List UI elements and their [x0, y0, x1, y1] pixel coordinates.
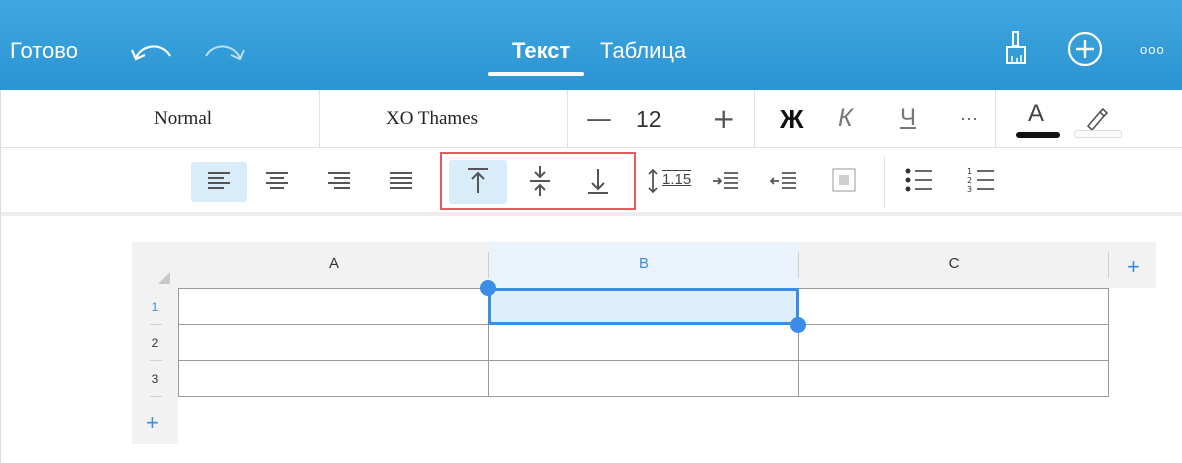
line-spacing-value[interactable]: 1.15 [662, 171, 691, 188]
selection-handle-bottom-right[interactable] [790, 317, 806, 333]
font-size-increase-button[interactable]: + [712, 102, 735, 135]
table-cell-a1[interactable] [178, 288, 489, 325]
done-button[interactable]: Готово [10, 38, 78, 64]
tab-table[interactable]: Таблица [600, 38, 686, 64]
window-edge [0, 90, 1, 463]
table-cell-c2[interactable] [798, 324, 1109, 361]
italic-button[interactable]: К [838, 104, 853, 133]
table-cell-a2[interactable] [178, 324, 489, 361]
row-divider[interactable] [150, 324, 162, 325]
paragraph-toolbar: 1.15 1 2 3 [0, 148, 1182, 216]
toolbar-shadow [0, 212, 1182, 216]
selected-cell-b1[interactable] [488, 288, 799, 325]
top-bar: Готово Текст Таблица ooo [0, 0, 1182, 90]
row-header-1[interactable]: 1 [148, 300, 162, 314]
font-size-value[interactable]: 12 [636, 106, 662, 133]
font-selector[interactable]: XO Thames [386, 108, 478, 130]
bullet-list-icon[interactable] [904, 166, 934, 199]
add-column-button[interactable]: + [1127, 254, 1140, 280]
add-row-button[interactable]: + [146, 410, 159, 436]
select-all-corner[interactable] [132, 242, 178, 288]
table-cell-b3[interactable] [488, 360, 799, 397]
align-right-icon[interactable] [326, 170, 352, 197]
svg-text:3: 3 [967, 185, 972, 194]
row-header-2[interactable]: 2 [148, 336, 162, 350]
app-window: Готово Текст Таблица ooo Normal XO Thame… [0, 0, 1182, 463]
indent-increase-icon[interactable] [712, 170, 740, 197]
table-cell-a3[interactable] [178, 360, 489, 397]
underline-button[interactable]: Ч [900, 104, 916, 132]
valign-top-icon[interactable] [465, 166, 491, 201]
fill-icon[interactable] [830, 166, 858, 199]
row-divider[interactable] [150, 360, 162, 361]
align-center-icon[interactable] [264, 170, 290, 197]
font-color-button[interactable]: A [1028, 100, 1044, 128]
brush-icon[interactable] [1004, 30, 1030, 71]
more-format-button[interactable]: ··· [960, 108, 978, 129]
highlight-color-swatch [1074, 130, 1122, 138]
divider [319, 90, 320, 148]
redo-icon[interactable] [200, 36, 248, 71]
tab-text[interactable]: Текст [512, 38, 570, 64]
style-selector[interactable]: Normal [154, 108, 212, 130]
align-left-icon[interactable] [206, 170, 232, 197]
bold-button[interactable]: Ж [780, 104, 804, 135]
column-header-a[interactable]: A [179, 242, 489, 288]
more-icon[interactable]: ooo [1140, 42, 1165, 57]
divider [884, 156, 885, 208]
numbered-list-icon[interactable]: 1 2 3 [966, 166, 996, 199]
valign-bottom-icon[interactable] [585, 166, 611, 201]
row-header-3[interactable]: 3 [148, 372, 162, 386]
table-cell-c1[interactable] [798, 288, 1109, 325]
table-cell-c3[interactable] [798, 360, 1109, 397]
add-circle-icon[interactable] [1066, 30, 1104, 73]
undo-icon[interactable] [128, 36, 176, 71]
active-tab-indicator [488, 72, 584, 76]
divider [995, 90, 996, 148]
selection-handle-top-left[interactable] [480, 280, 496, 296]
column-divider[interactable] [488, 252, 489, 278]
divider [567, 90, 568, 148]
format-toolbar: Normal XO Thames — 12 + Ж К Ч ··· A [0, 90, 1182, 148]
svg-text:1: 1 [967, 167, 972, 176]
table-cell-b2[interactable] [488, 324, 799, 361]
divider [754, 90, 755, 148]
valign-middle-icon[interactable] [527, 164, 553, 203]
column-header-c[interactable]: C [799, 242, 1109, 288]
font-color-swatch [1016, 132, 1060, 138]
column-header-b[interactable]: B [489, 242, 799, 288]
font-size-decrease-button[interactable]: — [586, 104, 612, 134]
line-spacing-icon[interactable] [646, 168, 660, 199]
indent-decrease-icon[interactable] [769, 170, 798, 197]
align-justify-icon[interactable] [388, 170, 414, 197]
column-divider[interactable] [1108, 252, 1109, 278]
row-divider[interactable] [150, 396, 162, 397]
svg-text:2: 2 [967, 176, 972, 185]
column-divider[interactable] [798, 252, 799, 278]
